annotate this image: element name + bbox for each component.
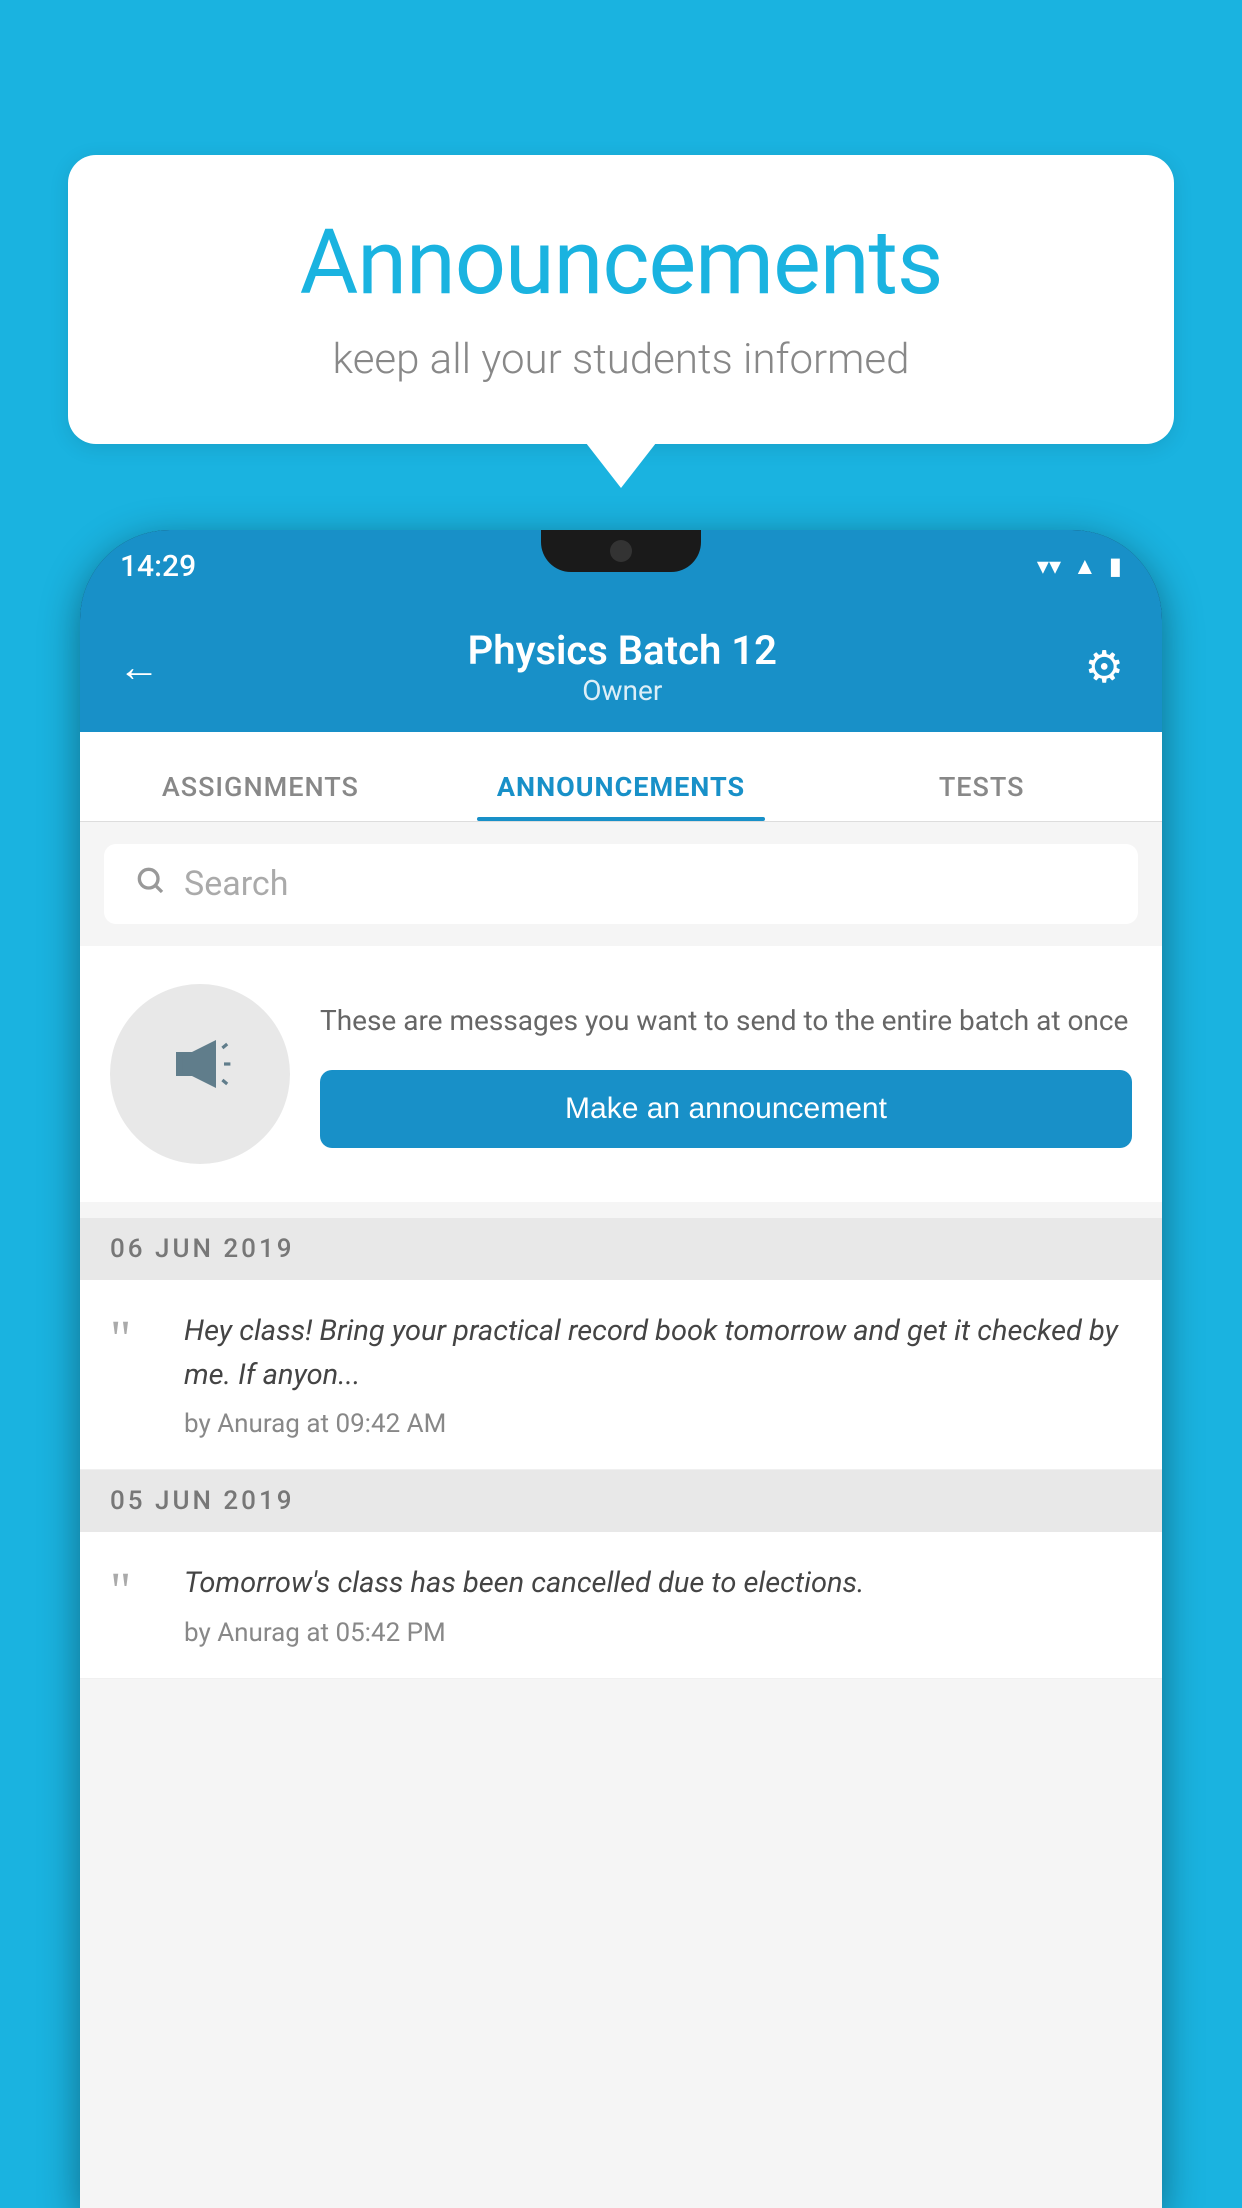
megaphone-circle <box>110 984 290 1164</box>
wifi-icon: ▾▾ <box>1037 552 1061 580</box>
search-icon <box>134 863 166 905</box>
make-announcement-button[interactable]: Make an announcement <box>320 1070 1132 1148</box>
date-separator-2: 05 JUN 2019 <box>80 1470 1162 1532</box>
notch-camera <box>610 540 632 562</box>
bubble-subtitle: keep all your students informed <box>138 335 1104 384</box>
signal-icon: ▲ <box>1073 552 1097 581</box>
message-item-1[interactable]: " Hey class! Bring your practical record… <box>80 1280 1162 1470</box>
message-content-2: Tomorrow's class has been cancelled due … <box>184 1562 1132 1648</box>
tab-announcements[interactable]: ANNOUNCEMENTS <box>441 771 802 821</box>
status-icons: ▾▾ ▲ ▮ <box>1037 552 1122 581</box>
message-text-1: Hey class! Bring your practical record b… <box>184 1310 1132 1397</box>
search-bar[interactable]: Search <box>104 844 1138 924</box>
header-title: Physics Batch 12 <box>468 627 777 674</box>
battery-icon: ▮ <box>1109 552 1122 580</box>
speech-bubble-section: Announcements keep all your students inf… <box>68 155 1174 488</box>
message-text-2: Tomorrow's class has been cancelled due … <box>184 1562 1132 1606</box>
message-author-1: by Anurag at 09:42 AM <box>184 1409 1132 1439</box>
speech-bubble-tail <box>586 443 656 488</box>
date-separator-1: 06 JUN 2019 <box>80 1218 1162 1280</box>
app-header: ← Physics Batch 12 Owner ⚙ <box>80 602 1162 732</box>
back-button[interactable]: ← <box>118 643 160 692</box>
content-area: Search These are messages you want to se… <box>80 822 1162 2208</box>
quote-icon-2: " <box>110 1566 160 1618</box>
tab-assignments[interactable]: ASSIGNMENTS <box>80 771 441 821</box>
tabs-bar: ASSIGNMENTS ANNOUNCEMENTS TESTS <box>80 732 1162 822</box>
megaphone-icon <box>160 1024 240 1124</box>
bubble-title: Announcements <box>138 210 1104 315</box>
header-subtitle: Owner <box>468 674 777 707</box>
message-author-2: by Anurag at 05:42 PM <box>184 1618 1132 1648</box>
announcement-card: These are messages you want to send to t… <box>80 946 1162 1202</box>
announcement-description: These are messages you want to send to t… <box>320 1000 1132 1042</box>
phone-frame: 14:29 ▾▾ ▲ ▮ ← Physics Batch 12 Owner ⚙ … <box>80 530 1162 2208</box>
search-placeholder: Search <box>184 864 288 904</box>
tab-tests[interactable]: TESTS <box>801 771 1162 821</box>
header-center: Physics Batch 12 Owner <box>468 627 777 707</box>
speech-bubble: Announcements keep all your students inf… <box>68 155 1174 444</box>
announcement-right: These are messages you want to send to t… <box>320 1000 1132 1148</box>
message-content-1: Hey class! Bring your practical record b… <box>184 1310 1132 1439</box>
quote-icon-1: " <box>110 1314 160 1366</box>
gear-icon[interactable]: ⚙ <box>1085 641 1124 693</box>
phone-notch <box>541 530 701 572</box>
message-item-2[interactable]: " Tomorrow's class has been cancelled du… <box>80 1532 1162 1679</box>
